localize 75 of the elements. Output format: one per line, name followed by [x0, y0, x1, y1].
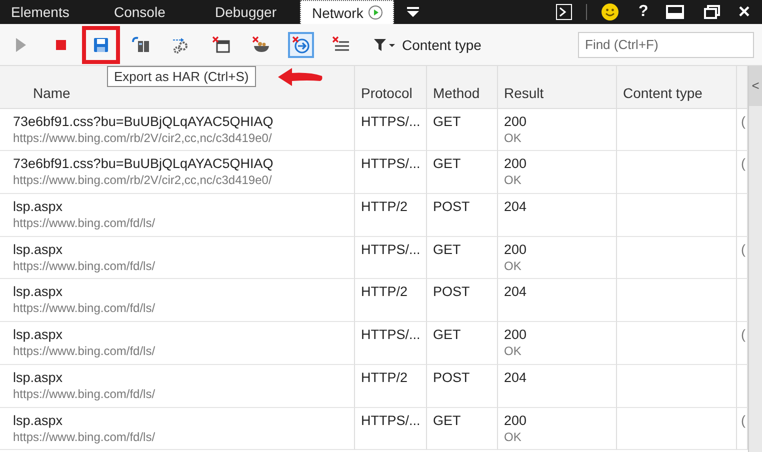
status-code: 200 — [504, 156, 528, 172]
request-name: lsp.aspx — [13, 370, 64, 385]
status-text: OK — [504, 173, 522, 188]
devtools-tab[interactable]: Console — [95, 0, 195, 24]
import-icon — [132, 36, 150, 54]
table-cell: HTTP/2 — [355, 279, 427, 322]
save-icon — [92, 36, 110, 54]
request-url: https://www.bing.com/fd/ls/ — [13, 386, 156, 401]
status-text: OK — [504, 258, 522, 273]
table-cell: POST — [427, 194, 498, 237]
table-cell: HTTP/2 — [355, 194, 427, 237]
restore-window-icon[interactable] — [704, 5, 720, 19]
status-code: 204 — [504, 284, 528, 300]
column-header[interactable]: Content type — [617, 66, 737, 109]
table-cell: HTTPS/... — [355, 151, 427, 194]
request-name: 73e6bf91.css?bu=BuUBjQLqAYAC5QHIAQ — [13, 156, 274, 172]
table-cell: GET — [427, 322, 498, 365]
help-button[interactable]: ? — [638, 3, 648, 21]
status-code: 200 — [504, 242, 528, 257]
request-name: lsp.aspx — [13, 199, 64, 214]
arrow-annotation — [276, 66, 324, 88]
close-button[interactable]: × — [738, 0, 750, 24]
status-code: 204 — [504, 370, 528, 385]
request-url: https://www.bing.com/rb/2V/cir2,cc,nc/c3d419e0/ — [13, 130, 273, 145]
request-url: https://www.bing.com/fd/ls/ — [13, 430, 156, 444]
table-cell: GET — [427, 108, 498, 152]
table-cell: POST — [427, 279, 498, 322]
tooltip: Export as HAR (Ctrl+S) — [107, 66, 256, 87]
overflow-menu-icon[interactable] — [406, 6, 420, 18]
table-cell: HTTPS/... — [355, 322, 427, 365]
smiley-icon[interactable] — [600, 3, 619, 21]
clear-navigate-button[interactable] — [288, 32, 314, 58]
status-code: 204 — [504, 199, 528, 214]
column-header[interactable]: Result — [498, 66, 617, 109]
request-name: lsp.aspx — [13, 242, 64, 257]
status-code: 200 — [504, 114, 528, 129]
table-cell: HTTP/2 — [355, 364, 427, 408]
devtools-tab[interactable]: Network — [300, 0, 394, 24]
console-icon[interactable] — [556, 4, 572, 20]
column-header[interactable]: Protocol — [355, 66, 427, 109]
panel-toggle[interactable]: < — [749, 66, 762, 106]
status-code: 200 — [504, 327, 528, 342]
table-cell: POST — [427, 364, 498, 408]
column-header[interactable]: Method — [427, 66, 498, 109]
request-url: https://www.bing.com/fd/ls/ — [13, 258, 156, 273]
table-cell: GET — [427, 408, 498, 450]
status-code: 200 — [504, 412, 528, 428]
clear-navigate-icon — [292, 36, 310, 54]
find-field[interactable]: Find (Ctrl+F) — [578, 32, 754, 58]
status-text: OK — [504, 130, 522, 145]
request-url: https://www.bing.com/fd/ls/ — [13, 216, 156, 230]
clear-window-icon — [212, 36, 230, 54]
devtools-tab[interactable]: Elements — [0, 0, 95, 24]
clear-bowl-icon — [252, 36, 270, 54]
request-url: https://www.bing.com/fd/ls/ — [13, 301, 156, 316]
gears-icon — [172, 36, 190, 54]
request-name: 73e6bf91.css?bu=BuUBjQLqAYAC5QHIAQ — [13, 114, 274, 129]
request-name: lsp.aspx — [13, 284, 64, 300]
table-cell: HTTPS/... — [355, 236, 427, 280]
request-name: lsp.aspx — [13, 327, 64, 342]
request-url: https://www.bing.com/fd/ls/ — [13, 344, 156, 358]
table-cell: GET — [427, 236, 498, 280]
request-name: lsp.aspx — [13, 412, 64, 428]
devtools-tab[interactable]: Debugger — [195, 0, 300, 24]
filter-icon[interactable] — [374, 38, 396, 52]
table-cell: GET — [427, 151, 498, 194]
clear-list-icon — [332, 36, 350, 54]
filter-label[interactable]: Content type — [402, 36, 482, 52]
table-cell: HTTPS/... — [355, 408, 427, 450]
table-cell: HTTPS/... — [355, 108, 427, 152]
save-button[interactable] — [82, 26, 120, 64]
request-url: https://www.bing.com/rb/2V/cir2,cc,nc/c3d419e0/ — [13, 173, 273, 188]
status-text: OK — [504, 344, 522, 358]
status-text: OK — [504, 430, 522, 444]
dock-icon[interactable] — [666, 5, 684, 19]
